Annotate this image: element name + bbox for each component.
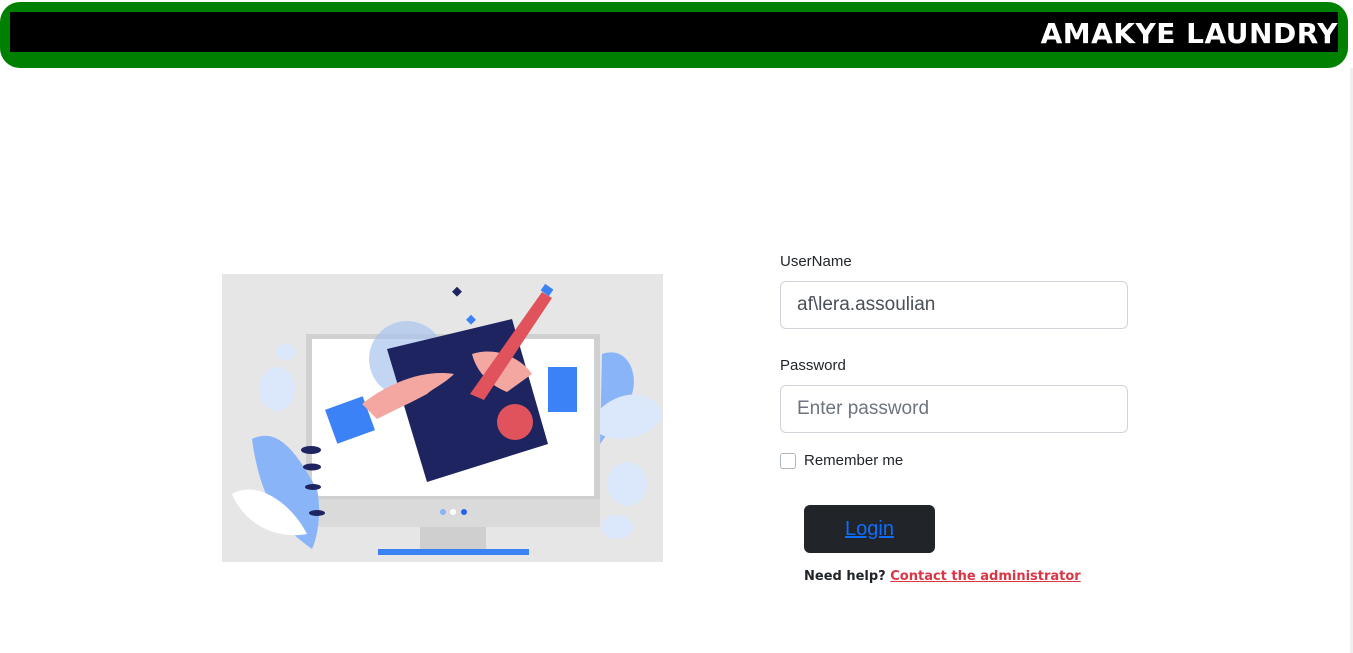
username-label: UserName [780,253,852,270]
login-illustration [222,274,663,562]
brand-title: AMAKYE LAUNDRY [1040,17,1338,50]
remember-label: Remember me [804,452,904,469]
login-button-label[interactable]: Login [845,518,894,541]
password-input[interactable] [780,385,1128,433]
password-label: Password [780,357,846,374]
username-input[interactable] [780,281,1128,329]
remember-checkbox[interactable] [780,452,796,469]
login-button[interactable]: Login [804,505,935,553]
remember-me[interactable]: Remember me [780,452,903,469]
help-prefix: Need help? [804,569,886,584]
help-text: Need help? Contact the administrator [804,569,1081,584]
app-header: AMAKYE LAUNDRY [0,2,1348,68]
contact-admin-link[interactable]: Contact the administrator [890,569,1080,584]
